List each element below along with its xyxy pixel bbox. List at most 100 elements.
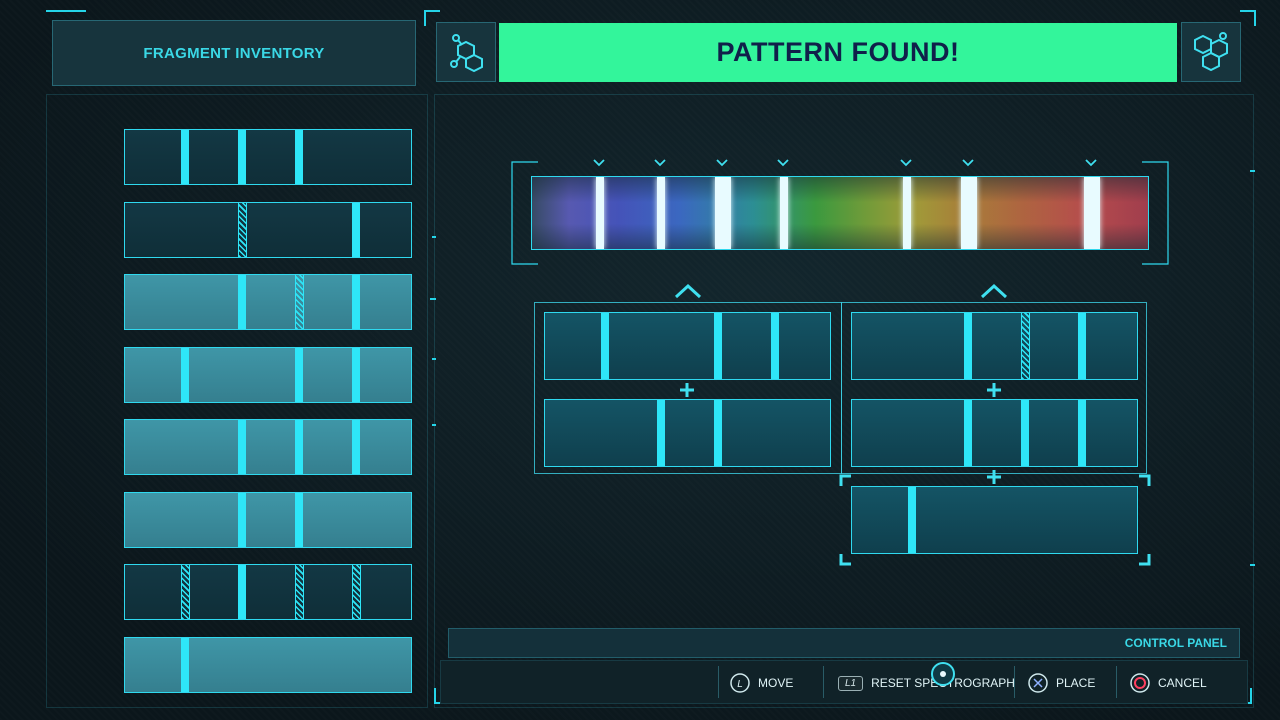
fragment-band — [180, 347, 189, 402]
left-stick-icon: L — [730, 673, 750, 693]
marker-chevron-icon — [900, 159, 912, 167]
marker-chevron-icon — [777, 159, 789, 167]
fragment-card[interactable] — [124, 491, 412, 548]
fragment-band-faded — [180, 565, 190, 619]
left-molecule-button — [436, 22, 496, 82]
fragment-band — [237, 130, 246, 184]
fragment-inventory-header: FRAGMENT INVENTORY — [52, 20, 416, 86]
separator — [718, 666, 719, 698]
spectrograph-line — [714, 177, 731, 249]
frame-tick — [1250, 564, 1255, 566]
l1-button-icon: L1 — [838, 675, 864, 691]
place-control[interactable]: PLACE — [1028, 668, 1095, 698]
selection-cursor[interactable] — [839, 474, 1151, 566]
spectrograph-line — [657, 177, 666, 249]
assembly-slot[interactable] — [544, 399, 831, 467]
spectrograph-line — [595, 177, 604, 249]
fragment-band — [351, 275, 360, 329]
fragment-band — [351, 202, 360, 257]
fragment-card[interactable] — [124, 346, 412, 403]
fragment-card[interactable] — [124, 564, 412, 620]
spectrograph-line — [780, 177, 789, 249]
fragment-band — [714, 400, 723, 466]
fragment-band — [237, 565, 246, 619]
pointer-cursor-icon — [931, 662, 955, 686]
fragment-band — [294, 130, 303, 184]
fragment-band — [180, 637, 189, 692]
move-control[interactable]: L MOVE — [730, 668, 793, 698]
fragment-band — [1078, 313, 1087, 379]
fragment-card[interactable] — [124, 636, 412, 693]
frame-tick — [432, 358, 436, 360]
fragment-band — [657, 400, 666, 466]
fragment-band — [964, 400, 973, 466]
cancel-label: CANCEL — [1158, 676, 1207, 690]
fragment-band — [294, 420, 303, 474]
fragment-band — [351, 420, 360, 474]
fragment-band — [1078, 400, 1087, 466]
fragment-band — [180, 130, 189, 184]
frame-tick — [46, 10, 86, 12]
fragment-card[interactable] — [124, 419, 412, 475]
separator — [823, 666, 824, 698]
plus-icon — [680, 383, 694, 397]
molecule-icon — [450, 34, 483, 73]
fragment-band-faded — [294, 565, 304, 619]
marker-chevron-icon — [593, 159, 605, 167]
fragment-band — [237, 420, 246, 474]
separator — [1116, 666, 1117, 698]
spectrograph-line — [903, 177, 912, 249]
fragment-band — [964, 313, 973, 379]
svg-text:L: L — [737, 679, 743, 690]
fragment-band-faded — [351, 565, 361, 619]
marker-chevron-icon — [1085, 159, 1097, 167]
fragment-band — [294, 347, 303, 402]
reset-spectrograph-control[interactable]: L1 RESET SPECTROGRAPH — [838, 668, 1015, 698]
assembly-slot[interactable] — [544, 312, 831, 380]
fragment-band — [294, 492, 303, 547]
pattern-found-banner: PATTERN FOUND! — [499, 23, 1177, 82]
fragment-band — [237, 275, 246, 329]
marker-chevron-icon — [654, 159, 666, 167]
assembly-slot[interactable] — [851, 312, 1138, 380]
marker-chevron-icon — [962, 159, 974, 167]
fragment-card[interactable] — [124, 129, 412, 185]
molecule-icon — [1194, 32, 1228, 72]
right-molecule-button — [1181, 22, 1241, 82]
control-panel-title: CONTROL PANEL — [1124, 636, 1227, 650]
spectrograph-haze — [532, 177, 1148, 249]
spectrograph-line — [960, 177, 977, 249]
assembly-slot[interactable] — [851, 399, 1138, 467]
frame-tick — [432, 236, 436, 238]
fragment-band — [600, 313, 609, 379]
up-caret-icon — [674, 283, 702, 299]
cancel-control[interactable]: CANCEL — [1130, 668, 1207, 698]
fragment-band — [351, 347, 360, 402]
frame-tick — [1250, 170, 1255, 172]
cross-button-icon — [1028, 673, 1048, 693]
spectrograph — [531, 176, 1149, 250]
up-caret-icon — [980, 283, 1008, 299]
fragment-band — [237, 492, 246, 547]
place-label: PLACE — [1056, 676, 1096, 690]
banner-text: PATTERN FOUND! — [716, 37, 960, 67]
fragment-band-faded — [237, 202, 247, 257]
fragment-band-faded — [294, 275, 304, 329]
fragment-card[interactable] — [124, 201, 412, 258]
fragment-card[interactable] — [124, 274, 412, 330]
circle-button-icon — [1130, 673, 1150, 693]
frame-tick — [430, 298, 436, 300]
fragment-inventory-list — [124, 129, 412, 709]
marker-chevron-icon — [716, 159, 728, 167]
move-label: MOVE — [758, 676, 794, 690]
fragment-band — [1021, 400, 1030, 466]
plus-icon — [987, 383, 1001, 397]
control-panel-bar: CONTROL PANEL — [448, 628, 1240, 658]
frame-tick — [432, 424, 436, 426]
spectrograph-line — [1083, 177, 1100, 249]
frame-corner — [1240, 10, 1256, 26]
fragment-band — [714, 313, 723, 379]
fragment-band-faded — [1021, 313, 1031, 379]
fragment-band — [771, 313, 780, 379]
fragment-inventory-title: FRAGMENT INVENTORY — [143, 44, 325, 62]
